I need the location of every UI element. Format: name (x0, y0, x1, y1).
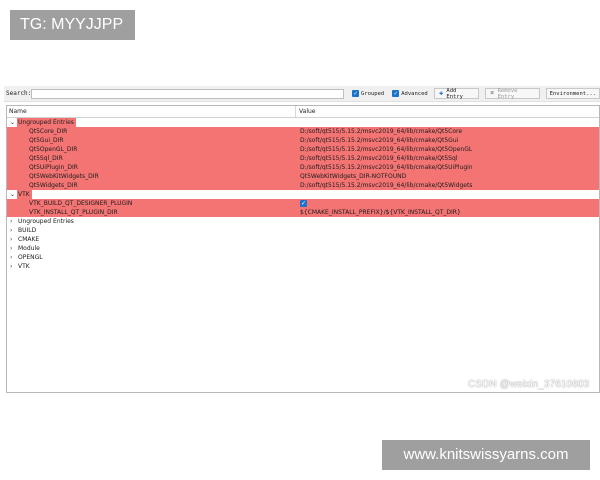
tree-entry-row[interactable]: Qt5Core_DIR D:/soft/qt515/5.15.2/msvc2019… (7, 127, 599, 136)
remove-entry-button[interactable]: ✖ Remove Entry (484, 87, 540, 100)
advanced-checkbox[interactable]: ✓ Advanced (392, 90, 428, 97)
tree-entry-row[interactable]: Qt5WebKitWidgets_DIR Qt5WebKitWidgets_DIR… (7, 172, 599, 181)
add-entry-button[interactable]: ✚ Add Entry (433, 87, 479, 100)
tree-header: Name Value (7, 106, 599, 118)
plus-icon: ✚ (438, 89, 444, 97)
group-name: Ungrouped Entries (18, 218, 74, 225)
entry-name: VTK_BUILD_QT_DESIGNER_PLUGIN (29, 200, 133, 207)
group-name: Module (18, 245, 40, 252)
entry-name: Qt5Widgets_DIR (29, 182, 78, 189)
entry-value[interactable]: D:/soft/qt515/5.15.2/msvc2019_64/lib/cma… (300, 145, 472, 154)
group-name: VTK (18, 191, 30, 198)
checkmark-icon: ✓ (392, 90, 400, 97)
entry-name: Qt5Gui_DIR (29, 137, 64, 144)
chevron-down-icon[interactable]: ⌄ (10, 118, 16, 127)
tree-group-row[interactable]: ⌄ VTK (7, 190, 599, 199)
tree-entry-row[interactable]: Qt5OpenGL_DIR D:/soft/qt515/5.15.2/msvc20… (7, 145, 599, 154)
entry-name: Qt5Sql_DIR (29, 155, 63, 162)
entry-name: Qt5UiPlugin_DIR (29, 164, 78, 171)
checkmark-icon[interactable]: ✓ (300, 200, 307, 207)
entry-value[interactable]: D:/soft/qt515/5.15.2/msvc2019_64/lib/cma… (300, 163, 473, 172)
header-divider (295, 106, 296, 117)
entry-value[interactable]: D:/soft/qt515/5.15.2/msvc2019_64/lib/cma… (300, 136, 458, 145)
screenshot-root: TG: MYYJJPP Search: ✓ Grouped ✓ Advanced… (0, 0, 600, 480)
group-name: BUILD (18, 227, 37, 234)
search-label: Search: (6, 90, 32, 97)
chevron-right-icon[interactable]: › (10, 226, 16, 235)
chevron-right-icon[interactable]: › (10, 253, 16, 262)
checkmark-icon: ✓ (352, 90, 360, 97)
entry-name: Qt5OpenGL_DIR (29, 146, 78, 153)
tree-group-row[interactable]: › Module (7, 244, 599, 253)
cache-tree-view[interactable]: Name Value ⌄ Ungrouped Entries Qt5Core_DIR… (6, 105, 600, 393)
entry-name: Qt5Core_DIR (29, 128, 68, 135)
chevron-right-icon[interactable]: › (10, 217, 16, 226)
group-name: OPENGL (18, 254, 43, 261)
advanced-label: Advanced (401, 90, 428, 97)
environment-label: Environment... (549, 90, 596, 97)
chevron-right-icon[interactable]: › (10, 262, 16, 271)
chevron-right-icon[interactable]: › (10, 235, 16, 244)
entry-name: VTK_INSTALL_QT_PLUGIN_DIR (29, 209, 118, 216)
entry-value[interactable]: D:/soft/qt515/5.15.2/msvc2019_64/lib/cma… (300, 127, 462, 136)
remove-icon: ✖ (490, 89, 495, 97)
column-header-value[interactable]: Value (299, 106, 315, 117)
chevron-down-icon[interactable]: ⌄ (10, 190, 16, 199)
tree-group-row[interactable]: › OPENGL (7, 253, 599, 262)
grouped-label: Grouped (361, 90, 385, 97)
environment-button[interactable]: Environment... (545, 88, 600, 99)
tree-group-row[interactable]: › Ungrouped Entries (7, 217, 599, 226)
entry-value[interactable]: D:/soft/qt515/5.15.2/msvc2019_64/lib/cma… (300, 181, 472, 190)
group-name: Ungrouped Entries (18, 119, 74, 126)
tree-body: ⌄ Ungrouped Entries Qt5Core_DIR D:/soft/qt5… (7, 118, 599, 271)
remove-entry-label: Remove Entry (497, 87, 518, 100)
tree-entry-row[interactable]: Qt5Gui_DIR D:/soft/qt515/5.15.2/msvc2019_… (7, 136, 599, 145)
group-name: VTK (18, 263, 30, 270)
entry-value[interactable]: ${CMAKE_INSTALL_PREFIX}/${VTK_INSTALL_QT… (300, 208, 461, 217)
tree-entry-row[interactable]: Qt5Sql_DIR D:/soft/qt515/5.15.2/msvc2019_… (7, 154, 599, 163)
watermark-badge-bottom: www.knitswissyarns.com (382, 440, 590, 470)
chevron-right-icon[interactable]: › (10, 244, 16, 253)
entry-value[interactable]: Qt5WebKitWidgets_DIR-NOTFOUND (300, 172, 406, 181)
credit-watermark: CSDN @weixin_37610603 (468, 379, 590, 390)
watermark-badge-top: TG: MYYJJPP (10, 10, 135, 40)
entry-name: Qt5WebKitWidgets_DIR (29, 173, 99, 180)
tree-group-row[interactable]: ⌄ Ungrouped Entries (7, 118, 599, 127)
tree-entry-row[interactable]: Qt5UiPlugin_DIR D:/soft/qt515/5.15.2/msvc… (7, 163, 599, 172)
tree-group-row[interactable]: › VTK (7, 262, 599, 271)
add-entry-label: Add Entry (446, 87, 463, 100)
entry-value[interactable]: D:/soft/qt515/5.15.2/msvc2019_64/lib/cma… (300, 154, 457, 163)
search-input[interactable] (31, 88, 345, 99)
tree-entry-row[interactable]: VTK_INSTALL_QT_PLUGIN_DIR ${CMAKE_INSTALL… (7, 208, 599, 217)
tree-entry-row[interactable]: VTK_BUILD_QT_DESIGNER_PLUGIN ✓ (7, 199, 599, 208)
grouped-checkbox[interactable]: ✓ Grouped (352, 90, 384, 97)
toolbar: Search: ✓ Grouped ✓ Advanced ✚ Add Entry… (4, 86, 600, 102)
tree-group-row[interactable]: › CMAKE (7, 235, 599, 244)
group-name: CMAKE (18, 236, 40, 243)
tree-entry-row[interactable]: Qt5Widgets_DIR D:/soft/qt515/5.15.2/msvc2… (7, 181, 599, 190)
tree-group-row[interactable]: › BUILD (7, 226, 599, 235)
column-header-name[interactable]: Name (9, 106, 27, 117)
